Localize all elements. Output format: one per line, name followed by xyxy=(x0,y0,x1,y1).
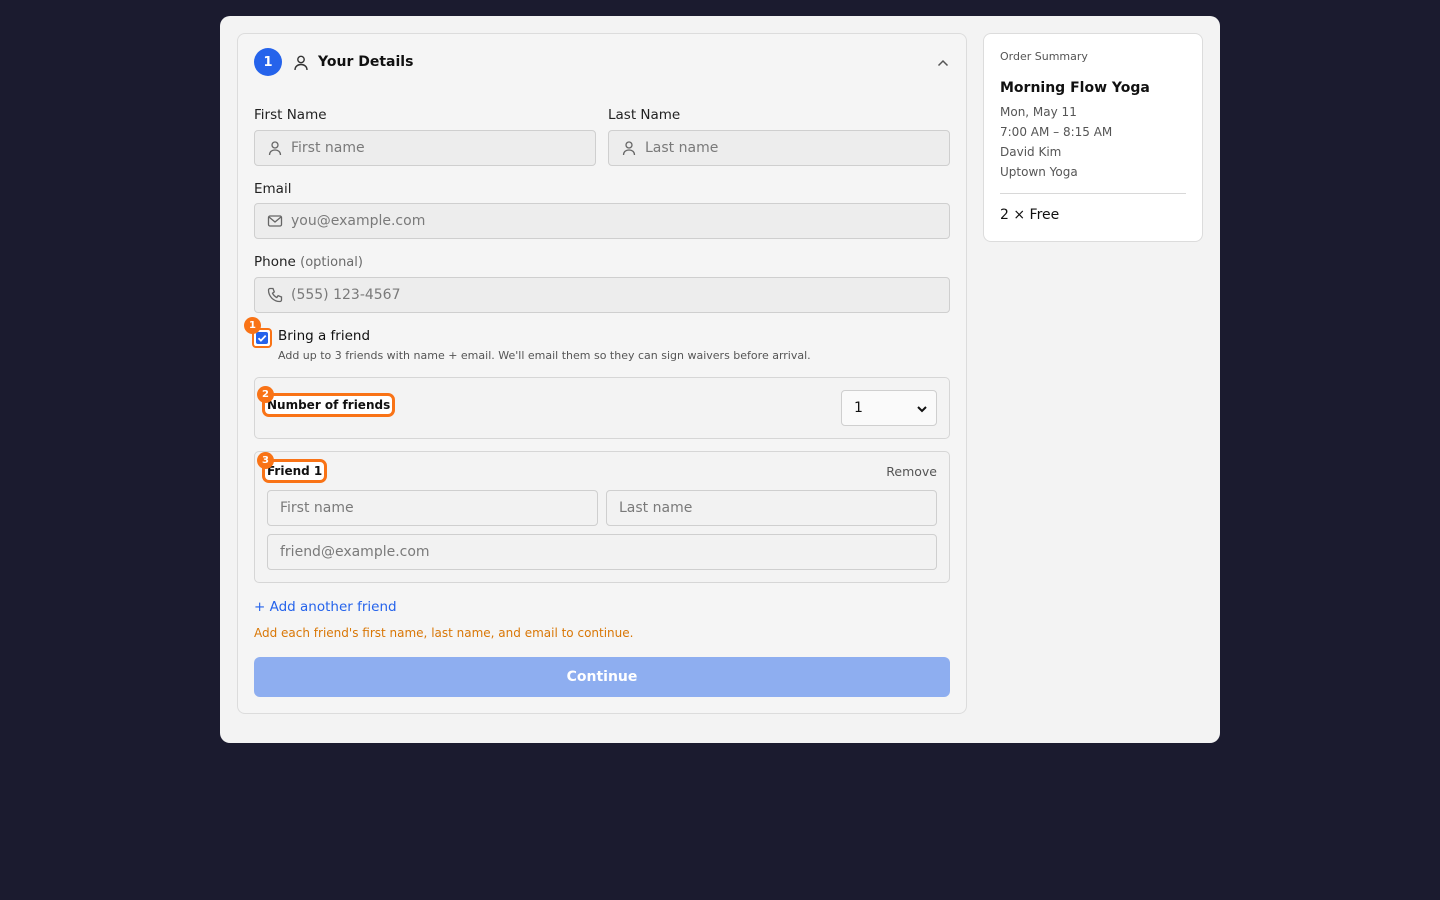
friend-last-name-input[interactable] xyxy=(619,491,936,525)
chevron-down-icon xyxy=(917,406,927,413)
checkbox-fill xyxy=(256,332,268,344)
friends-count-label: Number of friends xyxy=(261,393,396,417)
marker-badge: 3 xyxy=(257,452,274,469)
phone-label-text: Phone xyxy=(254,254,296,270)
step-badge: 1 xyxy=(254,48,282,76)
section-title: Your Details xyxy=(318,54,414,70)
email-input[interactable] xyxy=(291,204,949,238)
checkmark-icon xyxy=(257,334,267,342)
first-name-input[interactable] xyxy=(291,131,595,165)
marker-badge: 2 xyxy=(257,386,274,403)
phone-field[interactable] xyxy=(254,277,950,313)
optional-tag: (optional) xyxy=(300,255,363,270)
details-header[interactable]: 1 Your Details xyxy=(254,48,950,78)
first-name-label: First Name xyxy=(254,107,327,123)
class-instructor: David Kim xyxy=(1000,145,1062,159)
summary-price: 2 × Free xyxy=(1000,207,1060,223)
user-icon xyxy=(622,141,636,156)
last-name-input[interactable] xyxy=(645,131,949,165)
phone-input[interactable] xyxy=(291,278,949,312)
class-location: Uptown Yoga xyxy=(1000,165,1078,179)
friends-count-select[interactable]: 1 xyxy=(841,390,937,426)
phone-label: Phone (optional) xyxy=(254,254,363,270)
friend-first-name-input[interactable] xyxy=(280,491,597,525)
friend-first-name-field[interactable] xyxy=(267,490,598,526)
first-name-field[interactable] xyxy=(254,130,596,166)
booking-modal: 1 Your Details First Name Last Name xyxy=(220,16,1220,743)
class-date: Mon, May 11 xyxy=(1000,105,1077,119)
friend-title: Friend 1 xyxy=(261,459,328,483)
last-name-field[interactable] xyxy=(608,130,950,166)
marker-badge: 1 xyxy=(244,317,261,334)
bring-friend-help: Add up to 3 friends with name + email. W… xyxy=(278,349,811,362)
order-summary: Order Summary Morning Flow Yoga Mon, May… xyxy=(983,33,1203,242)
summary-heading: Order Summary xyxy=(1000,50,1088,63)
last-name-label: Last Name xyxy=(608,107,681,123)
select-value: 1 xyxy=(854,400,863,416)
email-label: Email xyxy=(254,181,292,197)
email-field[interactable] xyxy=(254,203,950,239)
add-friend-link[interactable]: + Add another friend xyxy=(254,599,397,615)
user-icon xyxy=(268,141,282,156)
details-card: 1 Your Details First Name Last Name xyxy=(237,33,967,714)
bring-friend-label[interactable]: Bring a friend xyxy=(278,328,370,344)
friends-count-box: 2 Number of friends 1 xyxy=(254,377,950,439)
mail-icon xyxy=(267,215,283,227)
summary-divider xyxy=(1000,193,1186,194)
validation-warning: Add each friend's first name, last name,… xyxy=(254,626,634,640)
friend-last-name-field[interactable] xyxy=(606,490,937,526)
class-time: 7:00 AM – 8:15 AM xyxy=(1000,125,1113,139)
user-icon xyxy=(294,55,308,71)
friend-email-field[interactable] xyxy=(267,534,937,570)
phone-icon xyxy=(267,287,283,303)
chevron-up-icon[interactable] xyxy=(936,56,950,70)
friend-email-input[interactable] xyxy=(280,535,936,569)
continue-button[interactable]: Continue xyxy=(254,657,950,697)
class-title: Morning Flow Yoga xyxy=(1000,80,1150,96)
remove-friend-button[interactable]: Remove xyxy=(886,464,937,479)
friend-card: 3 Friend 1 Remove xyxy=(254,451,950,583)
